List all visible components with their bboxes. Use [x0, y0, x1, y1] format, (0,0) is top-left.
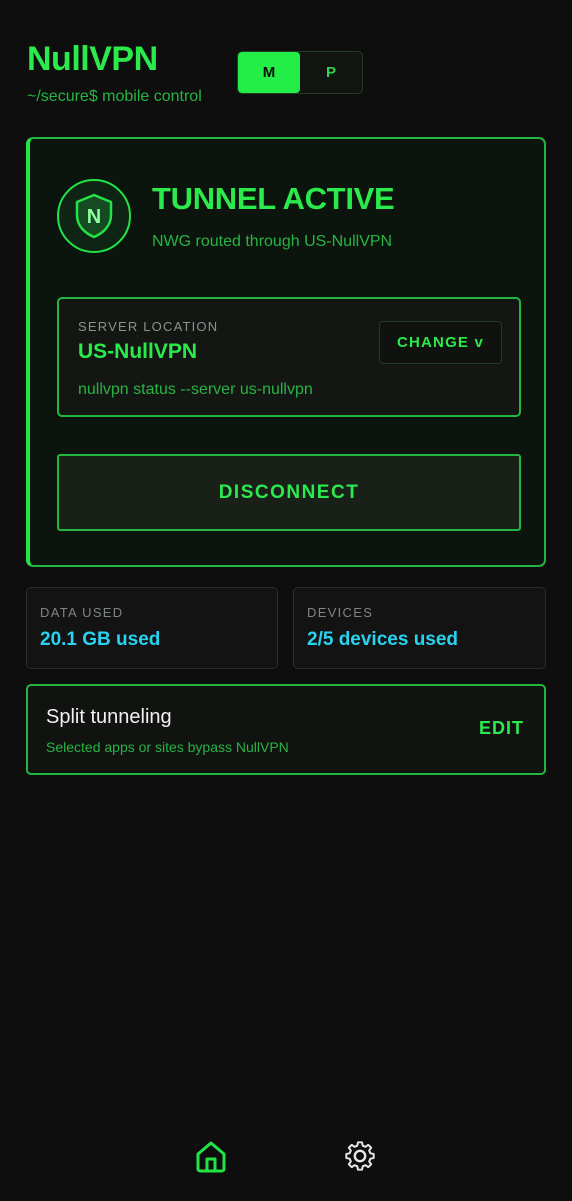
server-location-label: SERVER LOCATION — [78, 319, 219, 334]
shield-badge: N — [57, 179, 131, 253]
change-server-button[interactable]: CHANGE v — [379, 321, 502, 364]
gear-icon — [345, 1141, 375, 1171]
devices-value: 2/5 devices used — [307, 629, 459, 650]
app-subtitle: ~/secure$ mobile control — [27, 88, 202, 105]
server-name: US-NullVPN — [78, 340, 198, 363]
data-used-card: DATA USED 20.1 GB used — [26, 587, 278, 669]
devices-card: DEVICES 2/5 devices used — [293, 587, 546, 669]
tunnel-status-title: TUNNEL ACTIVE — [152, 181, 395, 216]
data-used-label: DATA USED — [40, 605, 124, 620]
split-tunneling-card[interactable]: Split tunneling Selected apps or sites b… — [26, 684, 546, 775]
split-tunneling-edit-button[interactable]: EDIT — [479, 718, 524, 739]
shield-n-icon: N — [75, 193, 113, 239]
bottom-nav — [0, 1120, 572, 1200]
split-tunneling-title: Split tunneling — [46, 706, 172, 728]
mode-option-p[interactable]: P — [300, 52, 362, 93]
mode-toggle: M P — [237, 51, 363, 94]
nav-home[interactable] — [193, 1138, 229, 1174]
server-location-panel: SERVER LOCATION US-NullVPN nullvpn statu… — [57, 297, 521, 417]
mode-option-m[interactable]: M — [238, 52, 300, 93]
tunnel-status-subtitle: NWG routed through US-NullVPN — [152, 233, 393, 250]
app-title: NullVPN — [27, 40, 158, 78]
tunnel-status-card: N TUNNEL ACTIVE NWG routed through US-Nu… — [26, 137, 546, 567]
server-status-command: nullvpn status --server us-nullvpn — [78, 381, 313, 398]
devices-label: DEVICES — [307, 605, 374, 620]
shield-letter: N — [87, 206, 101, 228]
nav-settings[interactable] — [342, 1138, 378, 1174]
app-screen: NullVPN ~/secure$ mobile control M P N T… — [0, 0, 572, 1201]
split-tunneling-subtitle: Selected apps or sites bypass NullVPN — [46, 739, 289, 755]
disconnect-button[interactable]: DISCONNECT — [57, 454, 521, 531]
data-used-value: 20.1 GB used — [40, 629, 161, 650]
home-icon — [196, 1141, 226, 1173]
